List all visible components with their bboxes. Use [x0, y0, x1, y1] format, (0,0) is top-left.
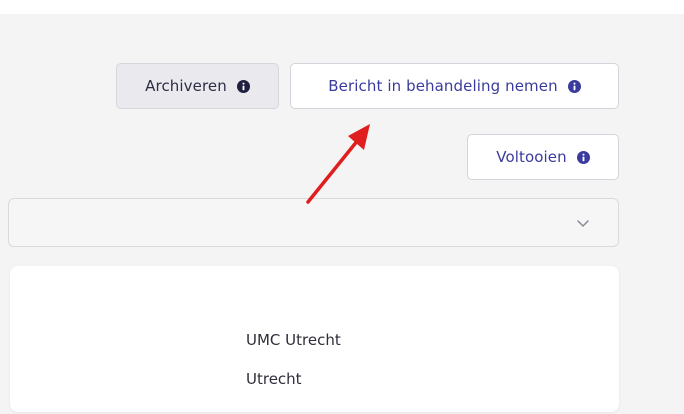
info-icon — [236, 79, 250, 93]
take-in-handling-button[interactable]: Bericht in behandeling nemen — [290, 63, 619, 109]
archive-button[interactable]: Archiveren — [116, 63, 279, 109]
take-in-handling-label: Bericht in behandeling nemen — [328, 77, 558, 95]
city-name: Utrecht — [246, 370, 302, 388]
details-card: UMC Utrecht Utrecht — [10, 266, 619, 412]
complete-button[interactable]: Voltooien — [467, 134, 619, 180]
archive-button-label: Archiveren — [145, 77, 227, 95]
info-icon — [567, 79, 581, 93]
chevron-down-icon[interactable] — [576, 216, 590, 230]
organization-name: UMC Utrecht — [246, 331, 341, 349]
complete-button-label: Voltooien — [496, 148, 567, 166]
red-arrow — [306, 124, 370, 204]
info-icon — [576, 150, 590, 164]
